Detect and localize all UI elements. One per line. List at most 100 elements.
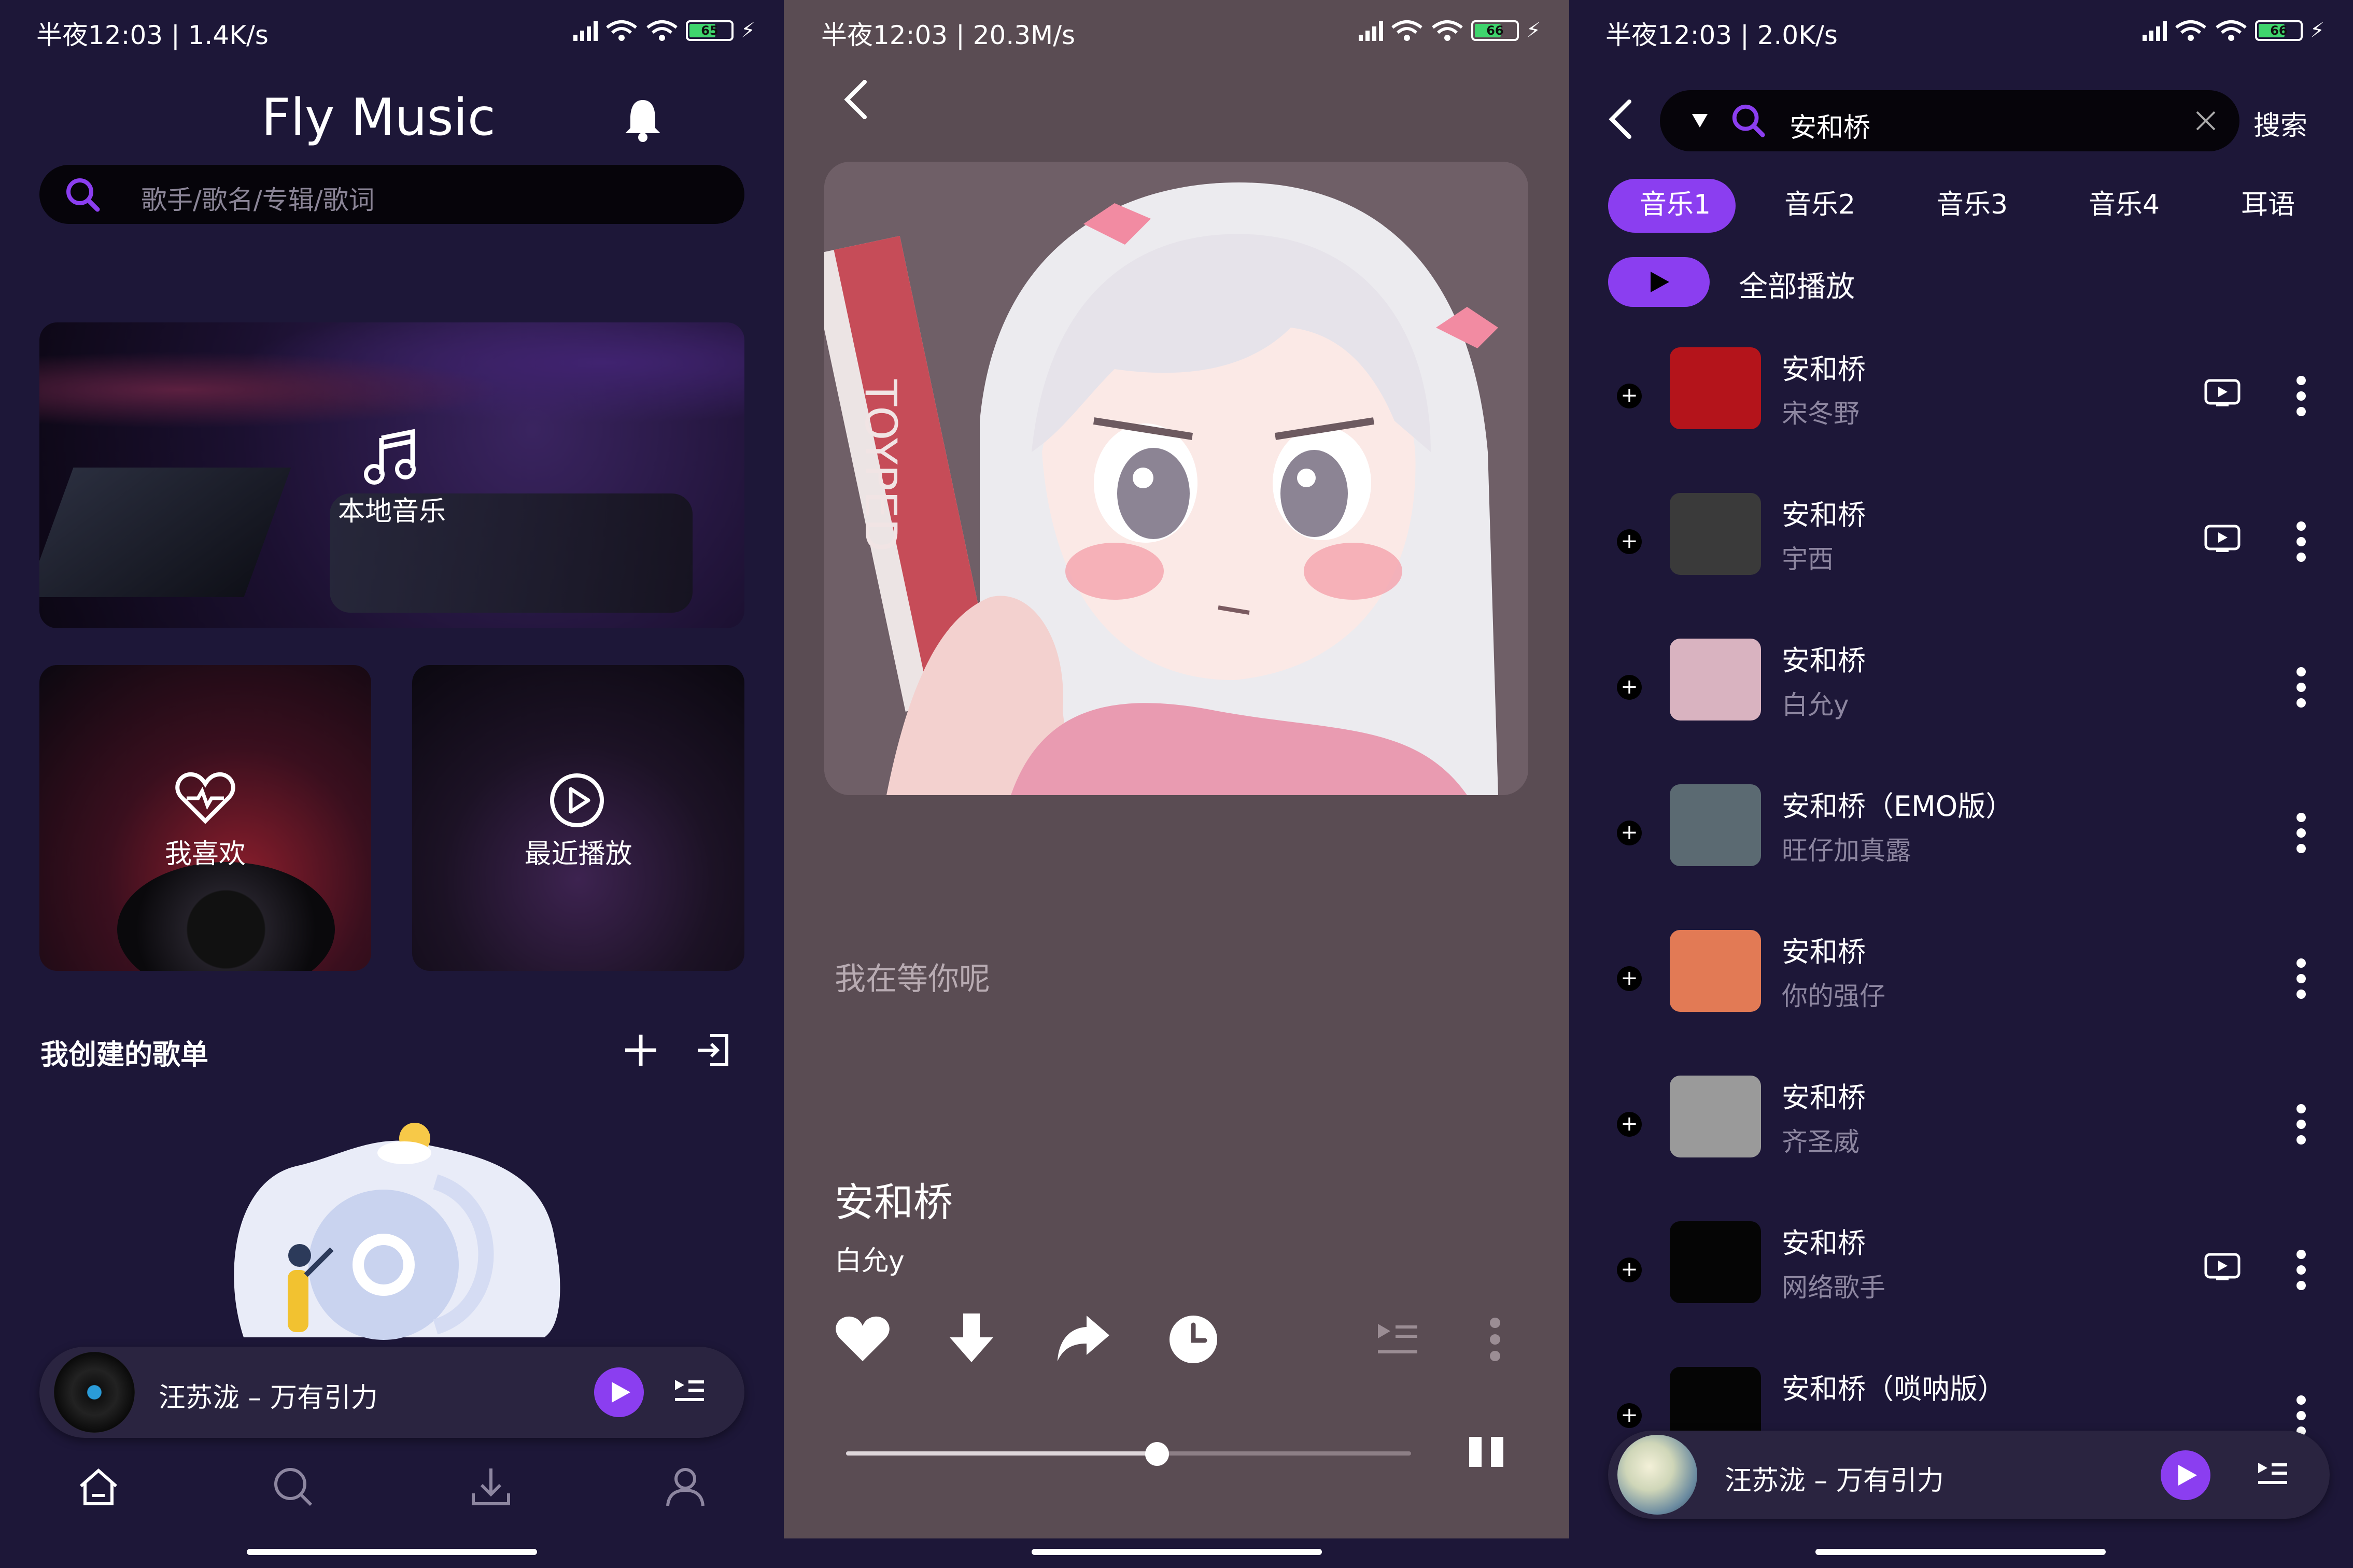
more-vertical-icon[interactable]	[2295, 1103, 2307, 1146]
share-icon[interactable]	[1055, 1313, 1111, 1363]
charging-icon: ⚡	[2309, 19, 2324, 43]
home-icon[interactable]	[77, 1464, 120, 1508]
song-cover	[1670, 493, 1761, 575]
tab-music-3[interactable]: 音乐3	[1937, 182, 2008, 221]
search-bar[interactable]: 安和桥	[1660, 90, 2239, 151]
list-item[interactable]: + 安和桥 宇西	[1569, 472, 2353, 617]
list-item[interactable]: + 安和桥 你的强仔	[1569, 909, 2353, 1054]
like-heart-icon[interactable]	[835, 1315, 891, 1364]
local-music-label: 本地音乐	[337, 496, 446, 527]
list-item[interactable]: + 安和桥网络歌手	[1569, 1200, 2353, 1346]
more-vertical-icon[interactable]	[2295, 520, 2307, 563]
song-title: 安和桥	[1782, 1081, 1866, 1114]
home-indicator	[1815, 1549, 2106, 1555]
progress-thumb[interactable]	[1145, 1442, 1169, 1466]
search-bar[interactable]: 歌手/歌名/专辑/歌词	[39, 165, 744, 224]
pause-icon[interactable]	[1467, 1436, 1505, 1468]
wifi-icon	[1432, 20, 1463, 41]
search-placeholder: 歌手/歌名/专辑/歌词	[141, 185, 375, 215]
mini-play-button[interactable]	[2161, 1450, 2210, 1500]
add-to-queue-icon[interactable]: +	[1617, 821, 1642, 845]
add-playlist-icon[interactable]	[622, 1032, 659, 1069]
more-vertical-icon[interactable]	[2295, 957, 2307, 1000]
add-to-queue-icon[interactable]: +	[1617, 675, 1642, 700]
playlist-queue-icon[interactable]	[2256, 1459, 2289, 1492]
heart-icon	[175, 772, 235, 824]
more-vertical-icon[interactable]	[2295, 374, 2307, 418]
add-to-queue-icon[interactable]: +	[1617, 529, 1642, 554]
song-artist: 旺仔加真露	[1782, 836, 1911, 866]
back-arrow-icon[interactable]	[1605, 97, 1637, 141]
list-item[interactable]: + 安和桥 宋冬野	[1569, 327, 2353, 472]
mv-video-icon[interactable]	[2204, 378, 2241, 407]
more-vertical-icon[interactable]	[2295, 1394, 2307, 1437]
timer-clock-icon[interactable]	[1167, 1313, 1219, 1365]
tab-music-1[interactable]: 音乐1	[1640, 182, 1711, 221]
more-vertical-icon[interactable]	[1489, 1317, 1501, 1362]
list-item[interactable]: + 安和桥（EMO版） 旺仔加真露	[1569, 764, 2353, 909]
favorites-card[interactable]: 我喜欢	[39, 665, 371, 971]
more-vertical-icon[interactable]	[2295, 1248, 2307, 1292]
search-button[interactable]: 搜索	[2253, 104, 2307, 143]
download-icon[interactable]	[469, 1464, 513, 1508]
song-cover	[1670, 784, 1761, 866]
source-dropdown-icon[interactable]	[1691, 113, 1709, 129]
status-time: 半夜12:03 | 2.0K/s	[1605, 20, 1838, 50]
list-item[interactable]: + 安和桥白允y	[1569, 618, 2353, 763]
status-bar: 半夜12:03 | 1.4K/s 65 ⚡	[0, 0, 784, 62]
mv-video-icon[interactable]	[2204, 1252, 2241, 1281]
add-to-queue-icon[interactable]: +	[1617, 1112, 1642, 1137]
song-title: 安和桥	[835, 1179, 953, 1225]
play-icon	[1651, 272, 1669, 292]
local-music-card[interactable]: 本地音乐	[39, 322, 744, 628]
laptop-decoration	[39, 468, 291, 597]
mini-player-text: 汪苏泷 – 万有引力	[159, 1382, 378, 1414]
status-time: 半夜12:03 | 20.3M/s	[821, 20, 1076, 50]
song-artist: 白允y	[1782, 690, 1849, 720]
home-indicator	[1032, 1549, 1322, 1555]
song-title: 安和桥	[1782, 1227, 1866, 1260]
search-input[interactable]: 安和桥	[1790, 106, 1870, 145]
album-cover: TOYPED	[824, 162, 1528, 795]
search-icon[interactable]	[271, 1464, 314, 1508]
favorites-label: 我喜欢	[164, 839, 246, 870]
playlist-queue-icon[interactable]	[1376, 1321, 1419, 1358]
list-item[interactable]: + 安和桥 齐圣威	[1569, 1055, 2353, 1200]
mini-player-text: 汪苏泷 – 万有引力	[1725, 1465, 1945, 1496]
tab-music-4[interactable]: 音乐4	[2089, 182, 2160, 221]
download-icon[interactable]	[947, 1311, 996, 1365]
add-to-queue-icon[interactable]: +	[1617, 1258, 1642, 1282]
tab-whisper[interactable]: 耳语	[2241, 182, 2295, 221]
search-icon	[1732, 104, 1765, 137]
status-icons: 66 ⚡	[1358, 19, 1541, 43]
wifi-icon	[606, 20, 637, 41]
mv-video-icon[interactable]	[2204, 524, 2241, 553]
mini-player[interactable]: 汪苏泷 – 万有引力	[39, 1347, 744, 1438]
anime-cover-art: TOYPED	[824, 162, 1528, 795]
more-vertical-icon[interactable]	[2295, 666, 2307, 709]
more-vertical-icon[interactable]	[2295, 811, 2307, 855]
playlist-queue-icon[interactable]	[673, 1376, 706, 1409]
wifi-icon	[2216, 20, 2247, 41]
song-title: 安和桥	[1782, 644, 1866, 677]
song-artist: 白允y	[835, 1246, 905, 1277]
song-title: 安和桥	[1782, 353, 1866, 386]
import-playlist-icon[interactable]	[695, 1033, 732, 1068]
play-all-button[interactable]	[1608, 257, 1710, 307]
add-to-queue-icon[interactable]: +	[1617, 1403, 1642, 1428]
mini-player[interactable]: 汪苏泷 – 万有引力	[1608, 1431, 2330, 1519]
song-artist: 网络歌手	[1782, 1273, 1885, 1303]
clear-icon[interactable]	[2195, 110, 2217, 132]
mini-play-button[interactable]	[594, 1367, 644, 1417]
play-circle-icon	[550, 773, 604, 827]
song-cover	[1670, 347, 1761, 429]
play-all-label[interactable]: 全部播放	[1739, 263, 1855, 305]
vinyl-album-art	[54, 1352, 135, 1433]
add-to-queue-icon[interactable]: +	[1617, 966, 1642, 991]
profile-icon[interactable]	[664, 1464, 707, 1508]
bell-icon[interactable]	[622, 96, 664, 143]
tab-music-2[interactable]: 音乐2	[1784, 182, 1855, 221]
recent-card[interactable]: 最近播放	[412, 665, 744, 971]
back-arrow-icon[interactable]	[841, 78, 872, 121]
add-to-queue-icon[interactable]: +	[1617, 384, 1642, 408]
